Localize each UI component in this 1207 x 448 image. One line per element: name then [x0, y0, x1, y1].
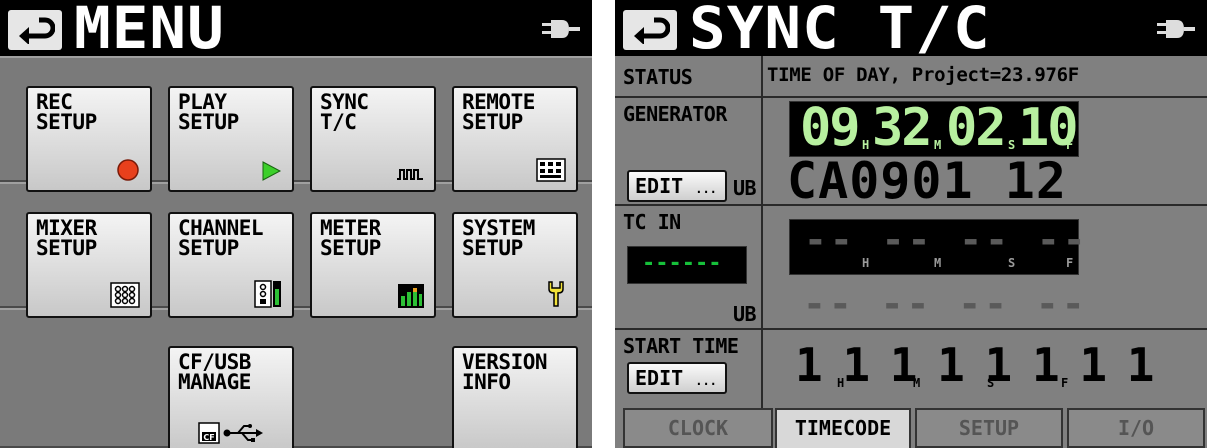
unit-m: M	[934, 256, 942, 270]
tc-in-indicator: ------	[642, 251, 722, 276]
gen-seconds: 02	[946, 98, 1007, 158]
unit-s: S	[1008, 138, 1016, 152]
back-arrow-icon	[19, 17, 55, 44]
record-dot-icon	[117, 159, 139, 181]
tc-in-ub-label: UB	[733, 302, 757, 326]
waveform-icon	[397, 169, 423, 180]
unit-h: H	[862, 256, 870, 270]
unit-h: H	[862, 138, 870, 152]
meter-setup-button[interactable]: METER SETUP	[310, 212, 436, 318]
generator-ub-value: CA0901 12	[787, 152, 1067, 210]
tab-timecode[interactable]: TIMECODE	[775, 408, 911, 448]
rec-setup-button[interactable]: REC SETUP	[26, 86, 152, 192]
sync-tc-button[interactable]: SYNC T/C	[310, 86, 436, 192]
unit-f: F	[1066, 256, 1074, 270]
back-button[interactable]	[8, 10, 62, 50]
tc-in-tc-display: -- -- -- -- H M S F	[789, 218, 1086, 275]
generator-label: GENERATOR	[623, 102, 727, 126]
remote-keypad-icon	[536, 158, 566, 182]
back-arrow-icon	[634, 17, 670, 44]
start-time-value: 1 1 1 1 1 1 1 1	[795, 338, 1154, 392]
page-title: MENU	[74, 0, 225, 62]
divider	[615, 328, 1207, 330]
tc-in-label: TC IN	[623, 210, 681, 234]
status-label: STATUS	[623, 65, 693, 89]
play-triangle-icon	[262, 161, 282, 181]
divider	[761, 56, 763, 408]
gen-hours: 09	[800, 98, 861, 158]
tc-in-empty: -- -- -- --	[804, 218, 1089, 262]
power-plug-icon	[542, 20, 580, 38]
menu-screen: MENU REC SETUP PLAY SETUP SYNC T/C REMOT…	[0, 0, 592, 448]
page-title: SYNC T/C	[689, 0, 991, 62]
unit-h: H	[837, 376, 845, 390]
generator-edit-button[interactable]: EDIT ...	[627, 170, 727, 202]
start-time-label: START TIME	[623, 334, 739, 358]
unit-s: S	[987, 376, 995, 390]
tab-setup[interactable]: SETUP	[915, 408, 1063, 448]
start-time-edit-button[interactable]: EDIT ...	[627, 362, 727, 394]
play-setup-button[interactable]: PLAY SETUP	[168, 86, 294, 192]
sync-tc-screen: SYNC T/C STATUS TIME OF DAY, Project=23.…	[615, 0, 1207, 448]
menu-body: REC SETUP PLAY SETUP SYNC T/C REMOTE SET…	[0, 56, 592, 448]
channel-strip-icon	[254, 280, 281, 308]
unit-s: S	[1008, 256, 1016, 270]
svg-text:CF: CF	[203, 433, 214, 442]
version-info-button[interactable]: VERSION INFO	[452, 346, 578, 448]
cf-usb-manage-button[interactable]: CF/USB MANAGE CF	[168, 346, 294, 448]
sync-body: STATUS TIME OF DAY, Project=23.976F GENE…	[615, 56, 1207, 448]
cf-usb-icon: CF	[198, 422, 263, 444]
mixer-setup-button[interactable]: MIXER SETUP	[26, 212, 152, 318]
unit-m: M	[934, 138, 942, 152]
meter-bars-icon	[398, 284, 424, 308]
mixer-grid-icon	[110, 282, 140, 308]
gen-minutes: 32	[872, 98, 933, 158]
channel-setup-button[interactable]: CHANNEL SETUP	[168, 212, 294, 318]
tab-io[interactable]: I/O	[1067, 408, 1205, 448]
tc-in-ub-empty: -- -- -- --	[803, 282, 1088, 326]
generator-tc-display: 09 H 32 M 02 S 10 F	[789, 98, 1079, 158]
tc-in-signal-display: ------	[627, 246, 747, 284]
tab-clock[interactable]: CLOCK	[623, 408, 773, 448]
back-button[interactable]	[623, 10, 677, 50]
power-plug-icon	[1157, 20, 1195, 38]
sync-title-bar: SYNC T/C	[615, 0, 1207, 60]
unit-f: F	[1061, 376, 1069, 390]
wrench-icon	[548, 281, 564, 307]
unit-f: F	[1066, 138, 1074, 152]
unit-m: M	[913, 376, 921, 390]
generator-ub-label: UB	[733, 176, 757, 200]
system-setup-button[interactable]: SYSTEM SETUP	[452, 212, 578, 318]
remote-setup-button[interactable]: REMOTE SETUP	[452, 86, 578, 192]
menu-title-bar: MENU	[0, 0, 592, 60]
status-value: TIME OF DAY, Project=23.976F	[767, 64, 1079, 86]
